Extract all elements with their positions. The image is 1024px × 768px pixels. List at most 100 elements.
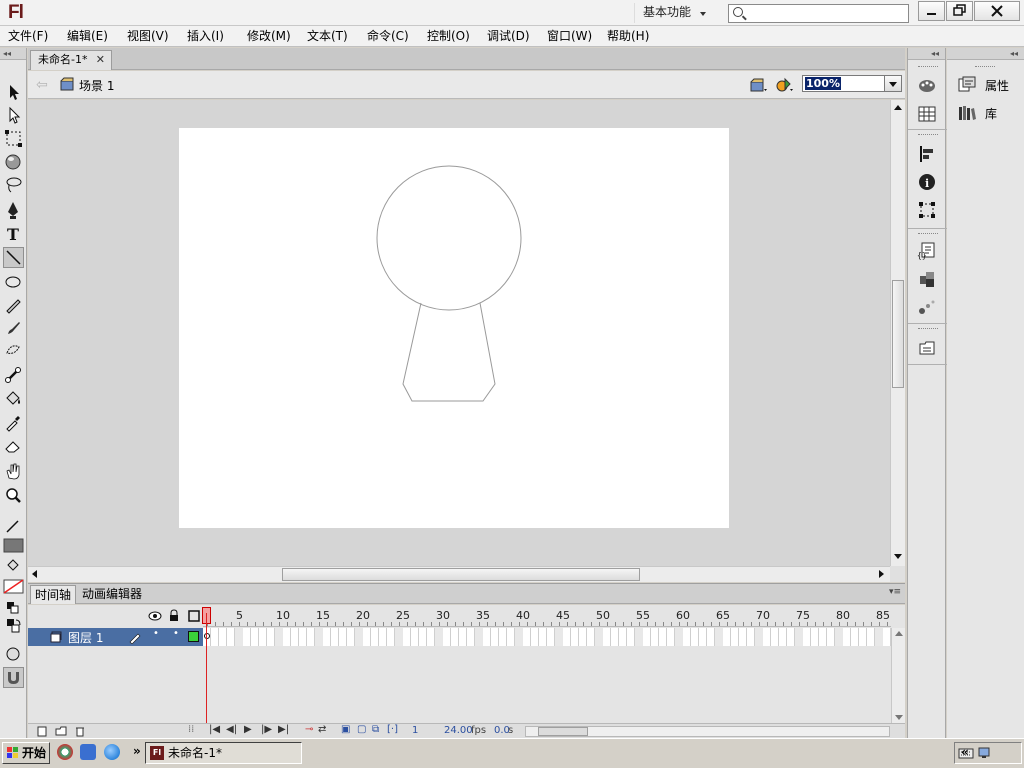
minimize-button[interactable]	[918, 1, 945, 21]
resize-grip-icon[interactable]: ⁞⁞	[188, 724, 194, 735]
dock-grip[interactable]	[918, 328, 938, 331]
step-back-icon[interactable]: ◀|	[226, 724, 237, 735]
edit-scene-icon[interactable]	[750, 77, 768, 93]
tab-motion-editor[interactable]: 动画编辑器	[78, 585, 146, 604]
swatches-grid-icon[interactable]	[917, 104, 937, 124]
dock-collapse-button[interactable]: ◂◂	[908, 48, 945, 60]
show-desktop-icon[interactable]	[80, 744, 96, 760]
onion-skin-icon[interactable]: ▣	[341, 724, 350, 735]
deco-tool[interactable]	[3, 339, 24, 360]
pen-tool[interactable]	[3, 200, 24, 221]
start-button[interactable]: 开始	[2, 742, 50, 764]
horizontal-scroll-thumb[interactable]	[282, 568, 640, 581]
vertical-scroll-thumb[interactable]	[892, 280, 904, 388]
menu-text[interactable]: 文本(T)	[307, 28, 348, 44]
stage[interactable]	[179, 128, 729, 528]
actions-icon[interactable]: {}	[917, 241, 937, 261]
bone-tool[interactable]	[3, 365, 24, 386]
hand-tool[interactable]	[3, 461, 24, 482]
components-icon[interactable]	[917, 269, 937, 289]
dock-grip[interactable]	[918, 233, 938, 236]
free-transform-tool[interactable]	[3, 128, 24, 149]
internet-explorer-icon[interactable]	[104, 744, 120, 760]
layer-row[interactable]: 图层 1 • •	[28, 628, 203, 646]
lock-icon[interactable]	[168, 609, 180, 622]
scroll-down-icon[interactable]	[894, 554, 902, 559]
stroke-color-swatch[interactable]	[3, 536, 24, 557]
color-palette-icon[interactable]	[917, 76, 937, 96]
line-tool[interactable]	[3, 247, 24, 268]
brush-tool[interactable]	[3, 317, 24, 338]
network-icon[interactable]	[977, 746, 993, 760]
transform-icon[interactable]	[917, 200, 937, 220]
panel-menu-icon[interactable]: ▾≡	[889, 587, 901, 597]
timeline-vertical-scrollbar[interactable]	[891, 628, 905, 724]
last-frame-icon[interactable]: ▶|	[278, 724, 289, 735]
paint-bucket-tool[interactable]	[3, 389, 24, 410]
layer-outline-color-icon[interactable]	[188, 631, 199, 642]
snap-to-objects-toggle[interactable]	[3, 667, 24, 688]
tools-collapse-button[interactable]: ◂◂	[0, 48, 26, 60]
subselection-tool[interactable]	[3, 105, 24, 126]
scroll-right-icon[interactable]	[879, 570, 884, 578]
scroll-up-icon[interactable]	[895, 631, 903, 636]
timeline-scroll-thumb[interactable]	[538, 727, 588, 736]
dock-grip[interactable]	[918, 134, 938, 137]
outline-icon[interactable]	[188, 610, 200, 622]
new-folder-icon[interactable]	[55, 725, 67, 737]
back-arrow-icon[interactable]: ⇦	[36, 77, 48, 93]
fill-color-swatch[interactable]	[3, 577, 24, 598]
menu-edit[interactable]: 编辑(E)	[67, 28, 108, 44]
zoom-dropdown-button[interactable]	[884, 75, 902, 92]
eraser-tool[interactable]	[3, 435, 24, 456]
frame-rate[interactable]: 24.00	[444, 725, 473, 736]
menu-commands[interactable]: 命令(C)	[367, 28, 409, 44]
align-icon[interactable]	[917, 144, 937, 164]
close-tab-icon[interactable]: ✕	[96, 51, 105, 69]
text-tool[interactable]: T	[3, 223, 24, 244]
eyedropper-tool[interactable]	[3, 412, 24, 433]
tray-expand-icon[interactable]: «	[961, 745, 969, 759]
object-drawing-toggle[interactable]	[3, 644, 24, 665]
stage-vertical-scrollbar[interactable]	[890, 100, 905, 566]
workspace-switcher[interactable]: 基本功能	[634, 3, 714, 23]
properties-panel-button[interactable]: 属性	[957, 75, 1009, 95]
props-collapse-button[interactable]: ◂◂	[947, 48, 1024, 60]
media-player-icon[interactable]	[57, 744, 73, 760]
frames-row[interactable]	[203, 628, 891, 646]
current-frame[interactable]: 1	[412, 725, 418, 736]
dock-grip[interactable]	[918, 66, 938, 69]
3d-rotation-tool[interactable]	[3, 151, 24, 172]
menu-debug[interactable]: 调试(D)	[487, 28, 530, 44]
scroll-left-icon[interactable]	[32, 570, 37, 578]
motion-presets-icon[interactable]	[917, 297, 937, 317]
lasso-tool[interactable]	[3, 174, 24, 195]
taskbar-item-flash[interactable]: Fl 未命名-1*	[145, 742, 302, 764]
menu-help[interactable]: 帮助(H)	[607, 28, 649, 44]
stage-horizontal-scrollbar[interactable]	[28, 566, 890, 582]
library-panel-button[interactable]: 库	[957, 103, 997, 123]
zoom-tool[interactable]	[3, 485, 24, 506]
oval-tool[interactable]	[3, 271, 24, 292]
selection-tool[interactable]	[3, 82, 24, 103]
tab-timeline[interactable]: 时间轴	[30, 585, 77, 604]
dock-grip[interactable]	[975, 66, 995, 69]
pasteboard[interactable]	[28, 100, 890, 566]
project-folder-icon[interactable]	[917, 338, 937, 358]
play-icon[interactable]: ▶	[244, 724, 252, 735]
menu-modify[interactable]: 修改(M)	[247, 28, 291, 44]
onion-markers-icon[interactable]: [·]	[387, 724, 398, 735]
edit-symbols-icon[interactable]	[776, 77, 794, 93]
first-frame-icon[interactable]: |◀	[209, 724, 220, 735]
menu-control[interactable]: 控制(O)	[427, 28, 470, 44]
document-tab[interactable]: 未命名-1* ✕	[30, 50, 112, 70]
loop-icon[interactable]: ⇄	[318, 724, 326, 735]
swap-colors-button[interactable]	[3, 615, 24, 636]
layer-name[interactable]: 图层 1	[68, 629, 103, 646]
new-layer-icon[interactable]	[36, 725, 48, 737]
stroke-color[interactable]	[3, 515, 24, 536]
quick-launch-more-icon[interactable]: »	[133, 744, 141, 758]
frame-ruler[interactable]: 5 10 15 20 25 30 35 40 45 50 55 60 65 70 75 80 85	[203, 605, 891, 627]
visibility-dot-icon[interactable]: •	[153, 628, 159, 639]
help-search-input[interactable]	[728, 4, 909, 23]
